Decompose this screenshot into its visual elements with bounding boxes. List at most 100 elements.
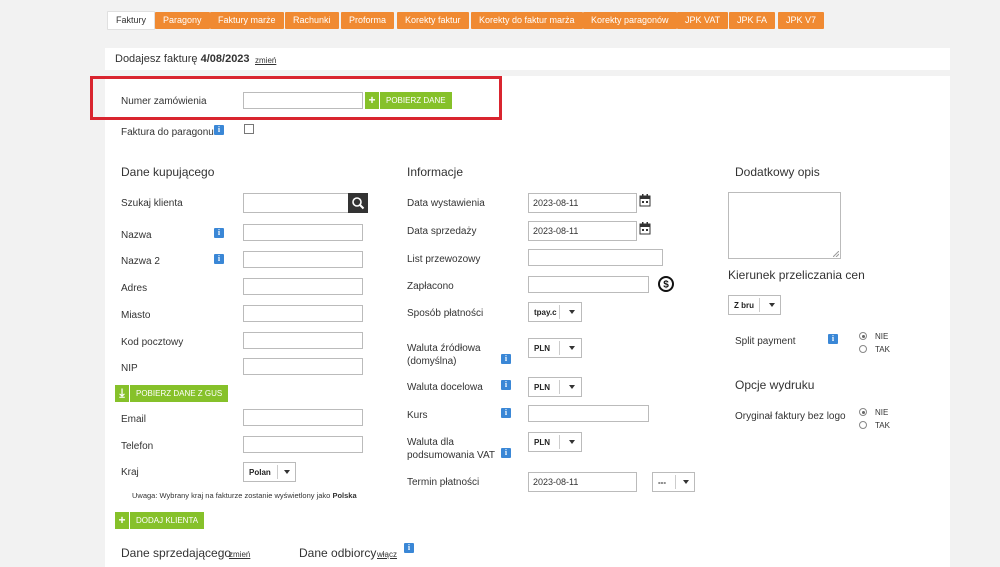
country-label: Kraj: [121, 467, 139, 478]
original-no-logo-no-label: NIE: [875, 408, 889, 417]
waybill-input[interactable]: [528, 249, 663, 266]
vat-currency-select[interactable]: PLN: [528, 432, 582, 452]
info-icon[interactable]: i: [501, 354, 511, 364]
svg-text:$: $: [663, 280, 669, 291]
price-direction-select[interactable]: Z bru: [728, 295, 781, 315]
country-select[interactable]: Polan: [243, 462, 296, 482]
city-input[interactable]: [243, 305, 363, 322]
tab-jpk-fa[interactable]: JPK FA: [729, 12, 776, 29]
source-currency-select[interactable]: PLN: [528, 338, 582, 358]
original-no-logo-yes-label: TAK: [875, 421, 890, 430]
info-icon[interactable]: i: [214, 254, 224, 264]
original-no-logo-label: Oryginał faktury bez logo: [735, 411, 846, 422]
city-label: Miasto: [121, 310, 151, 321]
sale-date-label: Data sprzedaży: [407, 226, 477, 237]
search-icon: [352, 197, 365, 210]
paid-label: Zapłacono: [407, 281, 454, 292]
due-date-input[interactable]: 2023-08-11: [528, 472, 637, 492]
buyer-section-title: Dane kupującego: [121, 165, 215, 179]
description-textarea[interactable]: [728, 192, 841, 259]
receiver-enable-link[interactable]: włącz: [377, 550, 397, 559]
split-payment-no-radio[interactable]: [859, 332, 867, 340]
info-icon[interactable]: i: [404, 543, 414, 553]
issue-date-input[interactable]: 2023-08-11: [528, 193, 637, 213]
header-panel: Dodajesz fakturę 4/08/2023 zmień: [105, 48, 950, 70]
split-payment-yes-radio[interactable]: [859, 345, 867, 353]
nip-label: NIP: [121, 363, 138, 374]
phone-input[interactable]: [243, 436, 363, 453]
due-days-select[interactable]: ---: [652, 472, 695, 492]
due-date-label: Termin płatności: [407, 477, 480, 488]
country-note: Uwaga: Wybrany kraj na fakturze zostanie…: [132, 491, 357, 500]
postal-code-input[interactable]: [243, 332, 363, 349]
receiver-section-title: Dane odbiorcy: [299, 546, 377, 560]
tab-korekty-marza[interactable]: Korekty do faktur marża: [471, 12, 583, 29]
price-direction-title: Kierunek przeliczania cen: [728, 268, 865, 282]
receipt-checkbox[interactable]: [244, 124, 254, 134]
paid-input[interactable]: [528, 276, 649, 293]
dollar-icon[interactable]: $: [657, 275, 675, 293]
tab-jpk-vat[interactable]: JPK VAT: [677, 12, 729, 29]
original-no-logo-yes-radio[interactable]: [859, 421, 867, 429]
split-payment-yes-label: TAK: [875, 345, 890, 354]
info-icon[interactable]: i: [828, 334, 838, 344]
print-options-title: Opcje wydruku: [735, 378, 815, 392]
tab-paragony[interactable]: Paragony: [155, 12, 210, 29]
email-label: Email: [121, 414, 147, 425]
name2-input[interactable]: [243, 251, 363, 268]
tab-faktury[interactable]: Faktury: [107, 11, 156, 30]
description-title: Dodatkowy opis: [735, 165, 820, 179]
payment-method-select[interactable]: tpay.c: [528, 302, 582, 322]
fetch-gus-button[interactable]: ⤓ POBIERZ DANE Z GUS: [115, 385, 229, 402]
change-date-link[interactable]: zmień: [255, 56, 276, 65]
search-client-label: Szukaj klienta: [121, 198, 183, 209]
vat-currency-label: Waluta dla podsumowania VAT: [407, 437, 496, 461]
chevron-down-icon: [569, 385, 575, 389]
payment-method-label: Sposób płatności: [407, 308, 484, 319]
address-label: Adres: [121, 283, 148, 294]
chevron-down-icon: [569, 310, 575, 314]
search-client-input[interactable]: [243, 193, 349, 213]
info-icon[interactable]: i: [501, 448, 511, 458]
plus-icon: +: [115, 512, 130, 529]
info-icon[interactable]: i: [214, 125, 224, 135]
target-currency-label: Waluta docelowa: [407, 382, 483, 393]
nip-input[interactable]: [243, 358, 363, 375]
resize-handle-icon[interactable]: [833, 251, 839, 257]
calendar-icon[interactable]: [639, 222, 651, 235]
tab-proforma[interactable]: Proforma: [341, 12, 395, 29]
calendar-icon[interactable]: [639, 194, 651, 207]
search-button[interactable]: [348, 193, 368, 213]
tab-korekty-paragonow[interactable]: Korekty paragonów: [583, 12, 677, 29]
issue-date-label: Data wystawienia: [407, 198, 485, 209]
info-icon[interactable]: i: [214, 228, 224, 238]
rate-input[interactable]: [528, 405, 649, 422]
tab-rachunki[interactable]: Rachunki: [285, 12, 339, 29]
phone-label: Telefon: [121, 441, 154, 452]
chevron-down-icon: [769, 303, 775, 307]
info-icon[interactable]: i: [501, 408, 511, 418]
download-icon: ⤓: [115, 385, 130, 402]
split-payment-label: Split payment: [735, 336, 796, 347]
sale-date-input[interactable]: 2023-08-11: [528, 221, 637, 241]
name-input[interactable]: [243, 224, 363, 241]
email-input[interactable]: [243, 409, 363, 426]
postal-code-label: Kod pocztowy: [121, 337, 184, 348]
chevron-down-icon: [569, 440, 575, 444]
receipt-invoice-label: Faktura do paragonu: [121, 127, 214, 138]
original-no-logo-no-radio[interactable]: [859, 408, 867, 416]
target-currency-select[interactable]: PLN: [528, 377, 582, 397]
highlight-box: [90, 76, 502, 120]
page-title: Dodajesz fakturę 4/08/2023: [115, 53, 250, 65]
split-payment-no-label: NIE: [875, 332, 889, 341]
chevron-down-icon: [569, 346, 575, 350]
tab-faktury-marze[interactable]: Faktury marże: [210, 12, 284, 29]
source-currency-label: Waluta źródłowa (domyślna): [407, 343, 481, 367]
address-input[interactable]: [243, 278, 363, 295]
seller-change-link[interactable]: zmień: [229, 550, 250, 559]
add-client-button[interactable]: + DODAJ KLIENTA: [115, 512, 205, 529]
name2-label: Nazwa 2: [121, 256, 160, 267]
tab-korekty-faktur[interactable]: Korekty faktur: [397, 12, 469, 29]
info-icon[interactable]: i: [501, 380, 511, 390]
tab-jpk-v7[interactable]: JPK V7: [778, 12, 825, 29]
